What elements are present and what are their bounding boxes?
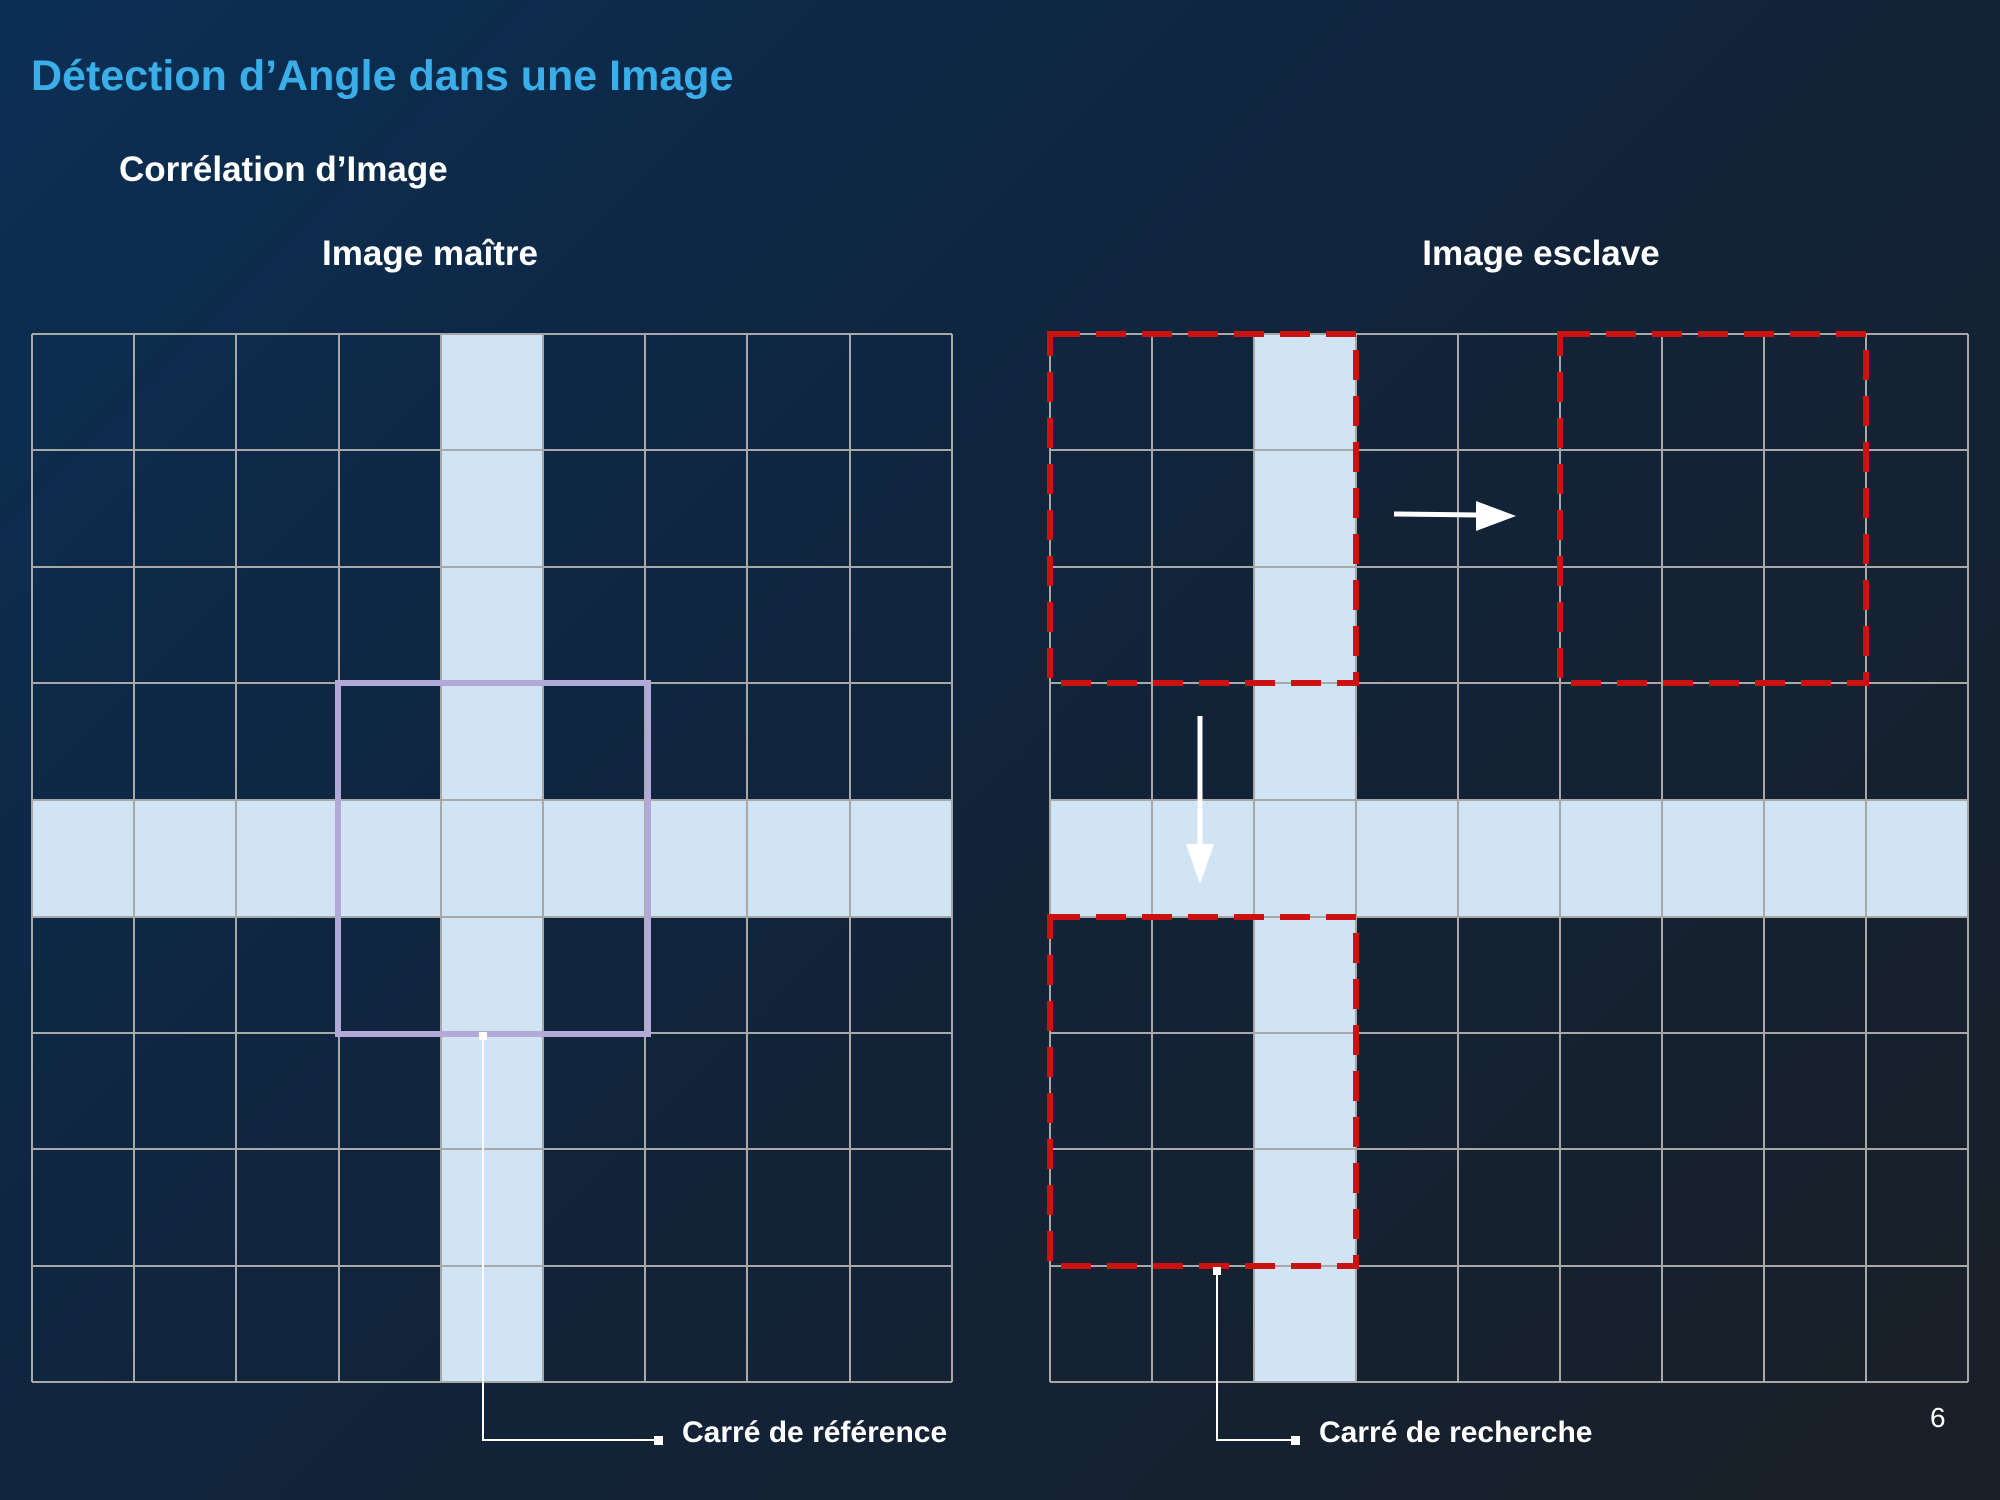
master-cross-horizontal xyxy=(32,800,952,917)
correlation-diagram xyxy=(31,331,1969,1445)
search-square-label: Carré de recherche xyxy=(1319,1416,1593,1449)
master-image-grid xyxy=(31,333,953,1445)
slave-cross-horizontal xyxy=(1050,800,1968,917)
reference-square-label: Carré de référence xyxy=(682,1416,948,1449)
search-square-top-right xyxy=(1557,331,1869,686)
right-arrow-icon xyxy=(1393,501,1516,531)
slave-image-grid xyxy=(1047,331,1969,1445)
page-number: 6 xyxy=(1930,1402,1946,1433)
